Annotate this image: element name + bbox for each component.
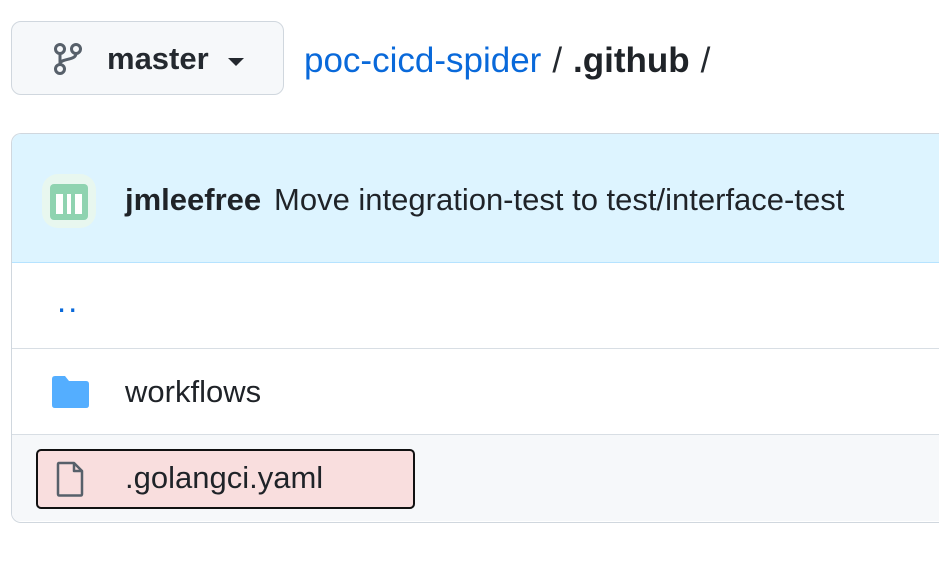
list-item-workflows[interactable]: workflows: [12, 349, 939, 435]
file-icon: [56, 461, 84, 497]
chevron-down-icon: [228, 58, 244, 66]
breadcrumb-current-directory: .github: [573, 41, 690, 80]
branch-name: master: [107, 41, 209, 76]
list-item-golangci[interactable]: .golangci.yaml: [12, 435, 939, 521]
branch-selector-button[interactable]: master: [11, 21, 284, 95]
breadcrumb-separator: /: [552, 41, 563, 80]
file-name-link[interactable]: .golangci.yaml: [125, 459, 323, 497]
avatar[interactable]: [42, 174, 96, 228]
breadcrumb-repo-link[interactable]: poc-cicd-spider: [304, 40, 541, 82]
file-browser: jmleefree Move integration-test to test/…: [11, 133, 939, 523]
parent-directory-link[interactable]: ..: [57, 281, 79, 321]
repo-directory-page: master poc-cicd-spider / .github / jmlee…: [0, 0, 939, 564]
latest-commit-bar: jmleefree Move integration-test to test/…: [12, 134, 939, 263]
list-item-parent-directory[interactable]: ..: [12, 263, 939, 349]
folder-icon: [52, 376, 89, 408]
commit-message-link[interactable]: Move integration-test to test/interface-…: [274, 181, 844, 219]
commit-author-link[interactable]: jmleefree: [125, 181, 261, 219]
breadcrumb-separator-trailing: /: [700, 41, 711, 80]
breadcrumb: poc-cicd-spider / .github /: [304, 40, 721, 82]
directory-name-link[interactable]: workflows: [125, 373, 261, 411]
git-branch-icon: [54, 43, 82, 75]
